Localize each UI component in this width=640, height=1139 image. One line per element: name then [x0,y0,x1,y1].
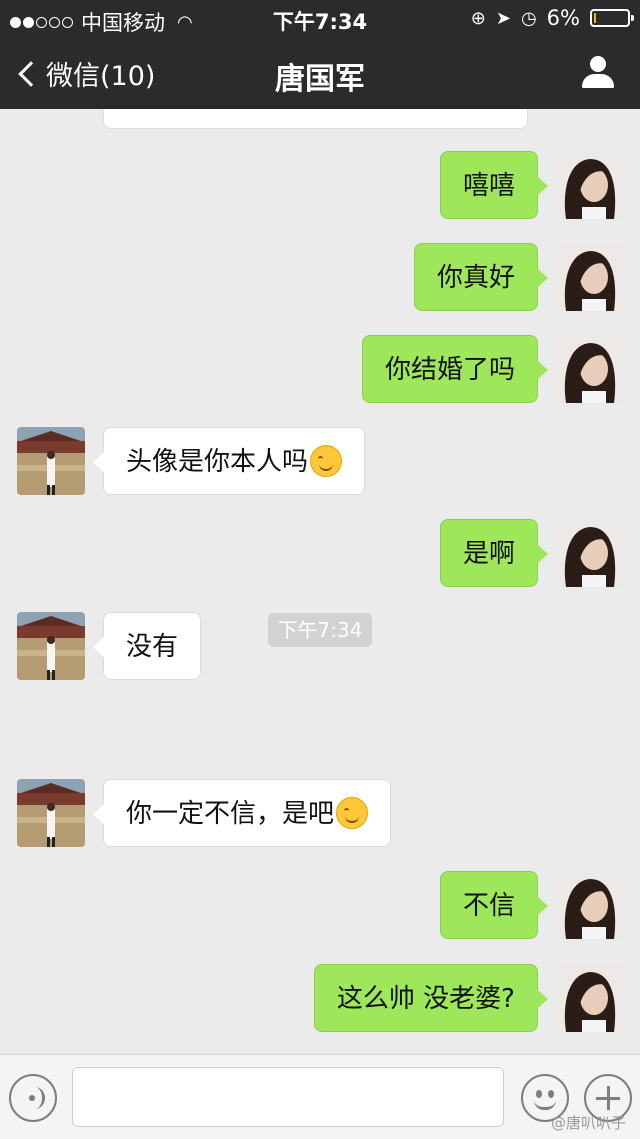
chat-area[interactable]: 嘻嘻 你真好 你结婚了吗 头像是你本人吗 是啊 没有 你一定不信，是吧 不信 这么帅 没老婆? … [0,109,640,1054]
my-avatar[interactable] [556,519,624,587]
message-text: 你一定不信，是吧 [126,799,335,829]
emoji-icon-eye [536,1090,542,1098]
status-bar: 中国移动 ◠ 下午7:34 ⊕ ➤ ◷ 6% [0,0,640,36]
chat-title: 唐国军 [275,62,365,97]
my-avatar[interactable] [556,243,624,311]
message-row: 嘻嘻 [0,151,640,221]
emoji-icon-mouth [534,1100,556,1110]
plus-icon-v [606,1086,610,1110]
location-icon: ➤ [495,7,511,29]
received-message-bubble[interactable]: 头像是你本人吗 [92,427,366,495]
message-row: 你一定不信，是吧 [0,779,640,849]
emoji-icon-eye [548,1090,554,1098]
sent-message-bubble[interactable]: 这么帅 没老婆? [313,964,549,1032]
message-text: 你真好 [436,263,515,293]
my-avatar[interactable] [556,151,624,219]
voice-icon-wave [25,1087,45,1109]
watermark: @唐叭叭子 [550,1114,626,1132]
battery-percent: 6% [546,6,580,30]
smile-emoji-icon [336,796,369,829]
contact-avatar[interactable] [17,612,85,680]
input-bar [0,1054,640,1139]
alarm-icon: ◷ [520,7,537,29]
my-avatar[interactable] [556,964,624,1032]
contact-avatar[interactable] [17,779,85,847]
contact-avatar[interactable] [17,427,85,495]
orientation-lock-icon: ⊕ [470,7,486,29]
smile-emoji-icon [310,444,343,477]
sent-message-bubble[interactable]: 你真好 [413,243,549,311]
message-row: 是啊 [0,519,640,589]
battery-icon [590,9,634,27]
message-text: 不信 [462,891,515,921]
person-icon[interactable] [582,56,614,88]
voice-icon[interactable] [9,1074,57,1122]
message-text: 这么帅 没老婆? [336,984,515,1014]
message-row: 这么帅 没老婆? [0,964,640,1034]
message-row: 你真好 [0,243,640,313]
received-message-bubble[interactable]: 没有 [92,612,202,680]
received-message-bubble[interactable]: 你一定不信，是吧 [92,779,392,847]
sent-message-bubble[interactable]: 不信 [439,871,549,939]
person-icon-body [582,74,614,88]
sent-message-bubble[interactable]: 你结婚了吗 [361,335,549,403]
message-row: 你结婚了吗 [0,335,640,405]
message-text: 头像是你本人吗 [126,447,309,477]
timestamp-chip: 下午7:34 [268,613,372,647]
message-text: 没有 [126,632,179,662]
status-right: ⊕ ➤ ◷ 6% [470,6,634,30]
sent-message-bubble[interactable]: 是啊 [439,519,549,587]
person-icon-head [590,56,606,72]
partial-message-bubble [103,109,528,129]
my-avatar[interactable] [556,871,624,939]
message-input[interactable] [72,1067,504,1127]
message-text: 嘻嘻 [462,171,515,201]
message-text: 是啊 [462,539,515,569]
my-avatar[interactable] [556,335,624,403]
message-row: 不信 [0,871,640,941]
nav-bar: 微信(10) 唐国军 [0,36,640,109]
sent-message-bubble[interactable]: 嘻嘻 [439,151,549,219]
message-row: 头像是你本人吗 [0,427,640,497]
message-text: 你结婚了吗 [384,355,515,385]
battery-fill [594,13,596,23]
battery-nub [631,15,634,21]
